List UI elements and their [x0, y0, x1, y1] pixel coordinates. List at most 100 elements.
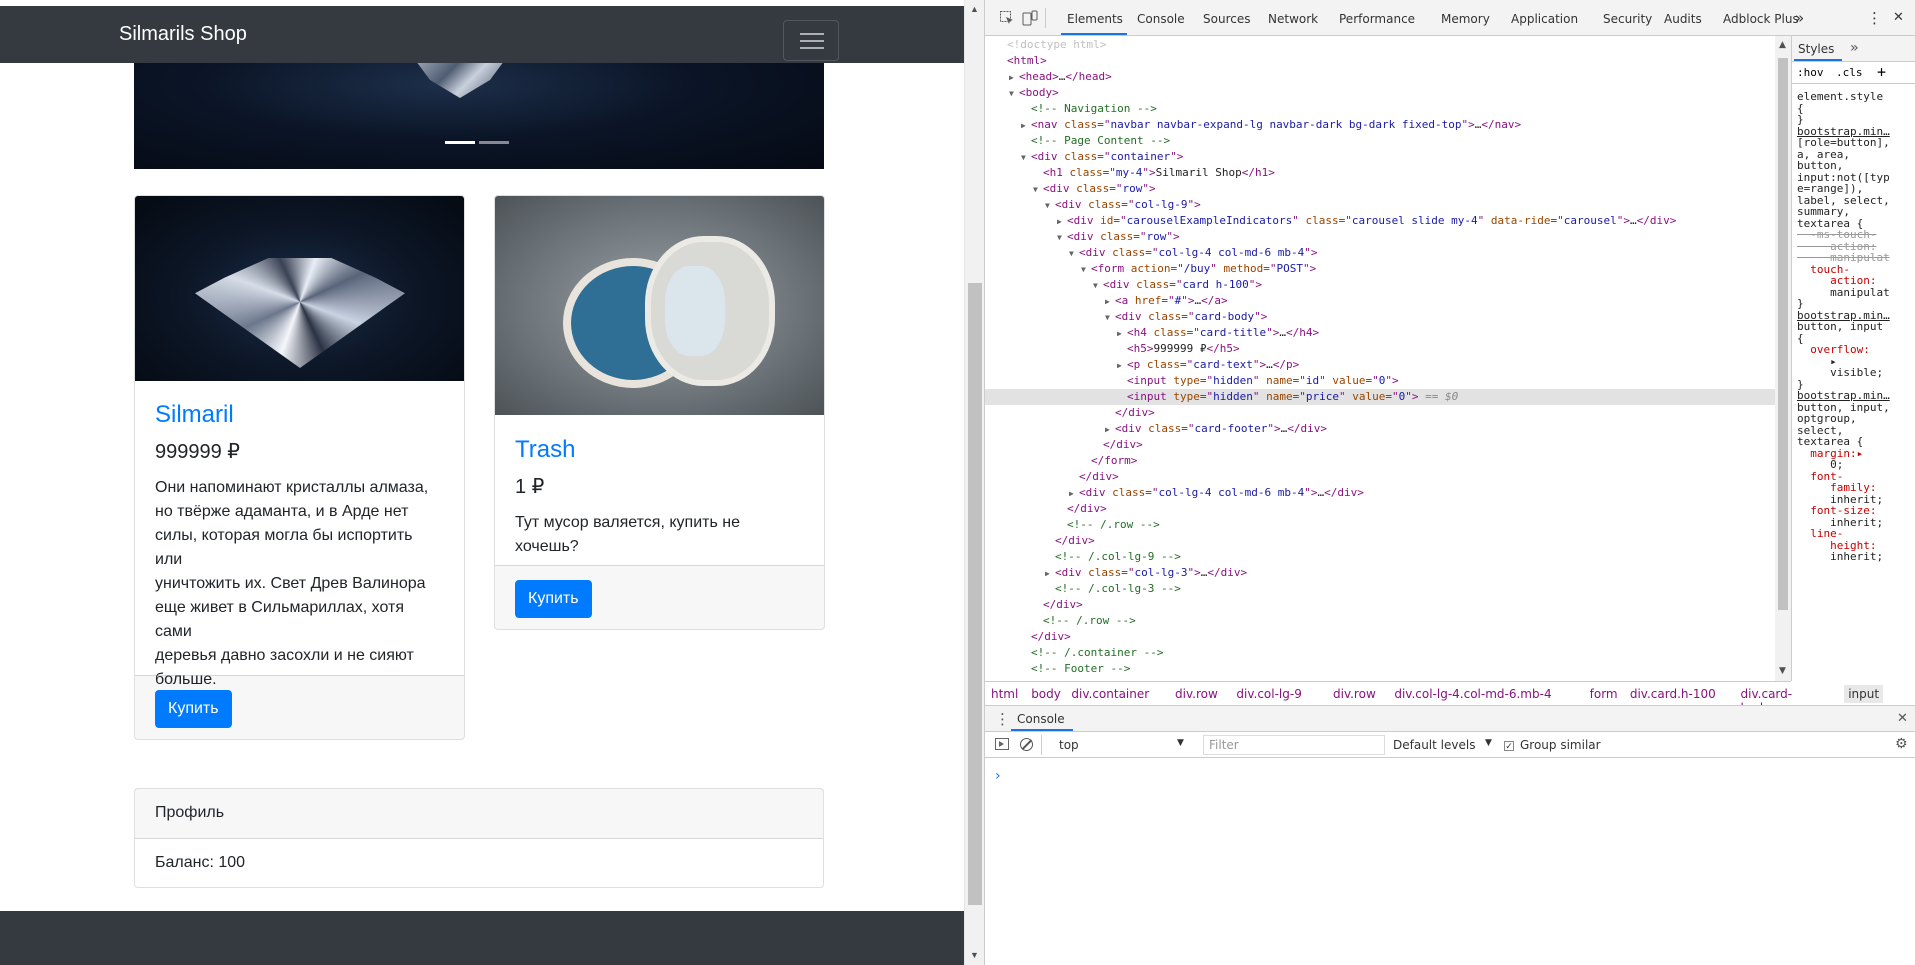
- checkmark-icon[interactable]: ✓: [1504, 740, 1514, 752]
- dom-node[interactable]: </div>: [985, 533, 1775, 549]
- page-scrollbar[interactable]: ▲ ▼: [964, 0, 984, 965]
- dom-node-selected[interactable]: <input type="hidden" name="price" value=…: [985, 389, 1775, 405]
- dom-node[interactable]: <!-- /.col-lg-3 -->: [985, 581, 1775, 597]
- sidebar-toggle-icon[interactable]: [995, 738, 1009, 750]
- dom-node[interactable]: ▶ <head>…</head>: [985, 69, 1775, 85]
- scroll-up-arrow-icon[interactable]: ▲: [970, 4, 979, 14]
- dom-node[interactable]: ▼ <div class="container">: [985, 149, 1775, 165]
- close-drawer-icon[interactable]: ✕: [1897, 711, 1908, 726]
- dom-node[interactable]: ▼ <div class="row">: [985, 229, 1775, 245]
- tab-elements[interactable]: Elements: [1067, 12, 1123, 26]
- dom-node[interactable]: ▼ <div class="card-body">: [985, 309, 1775, 325]
- navbar-toggler-button[interactable]: [783, 20, 839, 61]
- tab-security[interactable]: Security: [1603, 12, 1652, 26]
- elements-scrollbar[interactable]: ▲ ▼: [1775, 36, 1791, 681]
- carousel[interactable]: [134, 63, 824, 169]
- product-title[interactable]: Silmaril: [155, 401, 444, 429]
- console-prompt-icon[interactable]: ›: [995, 768, 1001, 784]
- expand-triangle-icon[interactable]: ▼: [1081, 262, 1091, 278]
- collapse-triangle-icon[interactable]: ▶: [1069, 486, 1079, 502]
- tab-application[interactable]: Application: [1511, 12, 1578, 26]
- dom-node[interactable]: ▶ <a href="#">…</a>: [985, 293, 1775, 309]
- breadcrumb-item[interactable]: div.col-lg-4.col-md-6.mb-4: [1394, 687, 1551, 701]
- expand-triangle-icon[interactable]: ▼: [1093, 278, 1103, 294]
- dom-node[interactable]: <html>: [985, 53, 1775, 69]
- gear-icon[interactable]: ⚙: [1895, 736, 1908, 752]
- device-toolbar-icon[interactable]: [1022, 10, 1038, 26]
- breadcrumb-item[interactable]: input: [1844, 685, 1884, 703]
- collapse-triangle-icon[interactable]: ▶: [1009, 70, 1019, 86]
- hover-state-toggle[interactable]: :hov: [1797, 66, 1824, 79]
- breadcrumb-item[interactable]: div.container: [1071, 687, 1149, 701]
- dom-node[interactable]: <h5>999999 ₽</h5>: [985, 341, 1775, 357]
- tab-styles[interactable]: Styles: [1798, 42, 1834, 56]
- tab-memory[interactable]: Memory: [1441, 12, 1490, 26]
- dom-node[interactable]: <!-- /.row -->: [985, 613, 1775, 629]
- context-select[interactable]: top: [1059, 738, 1079, 752]
- buy-button[interactable]: Купить: [155, 690, 232, 728]
- tab-console[interactable]: Console: [1137, 12, 1185, 26]
- dom-node[interactable]: <!doctype html>: [985, 37, 1775, 53]
- expand-triangle-icon[interactable]: ▼: [1009, 86, 1019, 102]
- dom-node[interactable]: <!-- /.row -->: [985, 517, 1775, 533]
- breadcrumb-item[interactable]: div.row: [1175, 687, 1218, 701]
- drawer-menu-icon[interactable]: ⋮: [995, 710, 1010, 728]
- collapse-triangle-icon[interactable]: ▶: [1045, 566, 1055, 582]
- add-rule-icon[interactable]: +: [1877, 63, 1886, 81]
- dom-node[interactable]: <!-- Footer -->: [985, 661, 1775, 677]
- expand-triangle-icon[interactable]: ▼: [1105, 310, 1115, 326]
- more-tabs-icon[interactable]: »: [1795, 9, 1804, 27]
- clear-console-icon[interactable]: [1020, 738, 1033, 751]
- dom-node[interactable]: ▶ <nav class="navbar navbar-expand-lg nav…: [985, 117, 1775, 133]
- tab-performance[interactable]: Performance: [1339, 12, 1415, 26]
- dom-node[interactable]: </div>: [985, 437, 1775, 453]
- collapse-triangle-icon[interactable]: ▶: [1105, 422, 1115, 438]
- carousel-indicator[interactable]: [479, 141, 509, 144]
- dom-node[interactable]: <!-- Navigation -->: [985, 101, 1775, 117]
- scrollbar-thumb[interactable]: [1778, 58, 1788, 610]
- product-title[interactable]: Trash: [515, 436, 804, 464]
- tab-network[interactable]: Network: [1268, 12, 1318, 26]
- collapse-triangle-icon[interactable]: ▶: [1021, 118, 1031, 134]
- group-similar-checkbox[interactable]: ✓: [1504, 738, 1514, 752]
- dom-node[interactable]: <!-- /.container -->: [985, 645, 1775, 661]
- dom-node[interactable]: ▶ <div class="col-lg-3">…</div>: [985, 565, 1775, 581]
- expand-triangle-icon[interactable]: ▼: [1057, 230, 1067, 246]
- dom-node[interactable]: ▶ <div id="carouselExampleIndicators" cla…: [985, 213, 1775, 229]
- class-toggle[interactable]: .cls: [1836, 66, 1863, 79]
- expand-triangle-icon[interactable]: ▼: [1069, 246, 1079, 262]
- dom-node[interactable]: </div>: [985, 469, 1775, 485]
- scrollbar-thumb[interactable]: [968, 283, 982, 905]
- console-filter-input[interactable]: [1203, 735, 1385, 755]
- dom-node[interactable]: </div>: [985, 629, 1775, 645]
- drawer-tab-console[interactable]: Console: [1017, 712, 1065, 726]
- breadcrumb-item[interactable]: html: [991, 687, 1018, 701]
- breadcrumb-item[interactable]: form: [1590, 687, 1618, 701]
- dom-node[interactable]: ▼ <form action="/buy" method="POST">: [985, 261, 1775, 277]
- dom-node[interactable]: ▶ <div class="card-footer">…</div>: [985, 421, 1775, 437]
- dom-node[interactable]: <!-- Page Content -->: [985, 133, 1775, 149]
- inspect-element-icon[interactable]: [999, 10, 1015, 26]
- tab-adblock-plus[interactable]: Adblock Plus: [1723, 12, 1799, 26]
- product-image-trash[interactable]: [495, 196, 824, 415]
- dom-node[interactable]: ▼ <div class="row">: [985, 181, 1775, 197]
- scroll-up-arrow-icon[interactable]: ▲: [1779, 40, 1786, 50]
- close-devtools-icon[interactable]: ✕: [1893, 10, 1904, 25]
- carousel-indicator-active[interactable]: [445, 141, 475, 144]
- breadcrumb-item[interactable]: body: [1031, 687, 1061, 701]
- collapse-triangle-icon[interactable]: ▶: [1117, 358, 1127, 374]
- dom-node[interactable]: </div>: [985, 501, 1775, 517]
- tab-audits[interactable]: Audits: [1664, 12, 1702, 26]
- dom-node[interactable]: ▶ <p class="card-text">…</p>: [985, 357, 1775, 373]
- dom-node[interactable]: ▼ <div class="col-lg-9">: [985, 197, 1775, 213]
- scroll-down-arrow-icon[interactable]: ▼: [1779, 666, 1786, 676]
- collapse-triangle-icon[interactable]: ▶: [1057, 214, 1067, 230]
- navbar-brand[interactable]: Silmarils Shop: [119, 23, 247, 46]
- breadcrumb-item[interactable]: div.col-lg-9: [1236, 687, 1301, 701]
- chevron-down-icon[interactable]: ▼: [1177, 738, 1184, 748]
- dom-node[interactable]: ▼ <div class="col-lg-4 col-md-6 mb-4">: [985, 245, 1775, 261]
- dom-node[interactable]: ▼ <body>: [985, 85, 1775, 101]
- dom-node[interactable]: <!-- /.col-lg-9 -->: [985, 549, 1775, 565]
- buy-button[interactable]: Купить: [515, 580, 592, 618]
- log-levels-dropdown[interactable]: Default levels: [1393, 738, 1475, 752]
